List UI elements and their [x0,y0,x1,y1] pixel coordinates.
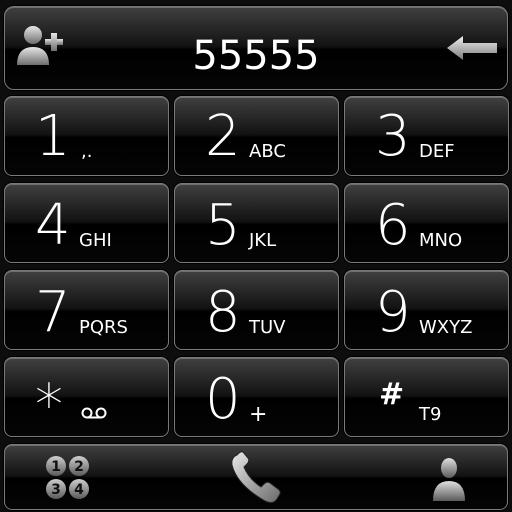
key-7[interactable]: 7 PQRS [4,270,169,350]
contacts-icon[interactable] [429,455,469,503]
key-1[interactable]: 1 ,. [4,96,169,176]
key-5[interactable]: 5 JKL [174,183,339,263]
add-contact-icon[interactable] [15,21,65,73]
key-letters: ,. [81,141,93,162]
key-9[interactable]: 9 WXYZ [344,270,509,350]
svg-text:1: 1 [51,459,61,475]
key-digit: 1 [35,104,71,169]
key-6[interactable]: 6 MNO [344,183,509,263]
key-letters: T9 [419,404,442,425]
key-digit: 8 [205,280,241,345]
key-digit: * [35,373,63,438]
svg-text:2: 2 [74,459,84,475]
key-digit: 3 [375,104,411,169]
dialpad-toggle-icon[interactable]: 1 2 3 4 [45,455,91,501]
key-letters: ABC [249,141,286,162]
key-letters: GHI [79,230,112,251]
number-display-bar: 55555 [4,6,508,90]
key-digit: 4 [35,193,71,258]
key-letters: PQRS [79,317,128,338]
key-digit: 0 [205,367,241,432]
backspace-icon[interactable] [445,33,499,63]
svg-text:3: 3 [51,482,61,498]
voicemail-icon [81,406,107,419]
dialed-number: 55555 [192,33,320,79]
key-letters: TUV [249,317,286,338]
key-4[interactable]: 4 GHI [4,183,169,263]
key-letters: WXYZ [419,317,473,338]
key-letters: JKL [249,230,277,251]
key-star[interactable]: * [4,357,169,437]
key-2[interactable]: 2 ABC [174,96,339,176]
key-digit: 6 [375,193,411,258]
call-icon[interactable] [227,451,285,507]
key-letters: + [249,402,268,427]
key-digit: # [379,377,405,412]
key-0[interactable]: 0 + [174,357,339,437]
key-letters: DEF [419,141,455,162]
key-digit: 7 [35,280,71,345]
key-3[interactable]: 3 DEF [344,96,509,176]
svg-text:4: 4 [74,482,84,498]
key-digit: 9 [375,280,411,345]
key-letters: MNO [419,230,463,251]
key-8[interactable]: 8 TUV [174,270,339,350]
bottom-action-bar: 1 2 3 4 [4,444,508,510]
key-hash[interactable]: # T9 [344,357,509,437]
key-digit: 5 [205,193,241,258]
key-digit: 2 [205,104,241,169]
